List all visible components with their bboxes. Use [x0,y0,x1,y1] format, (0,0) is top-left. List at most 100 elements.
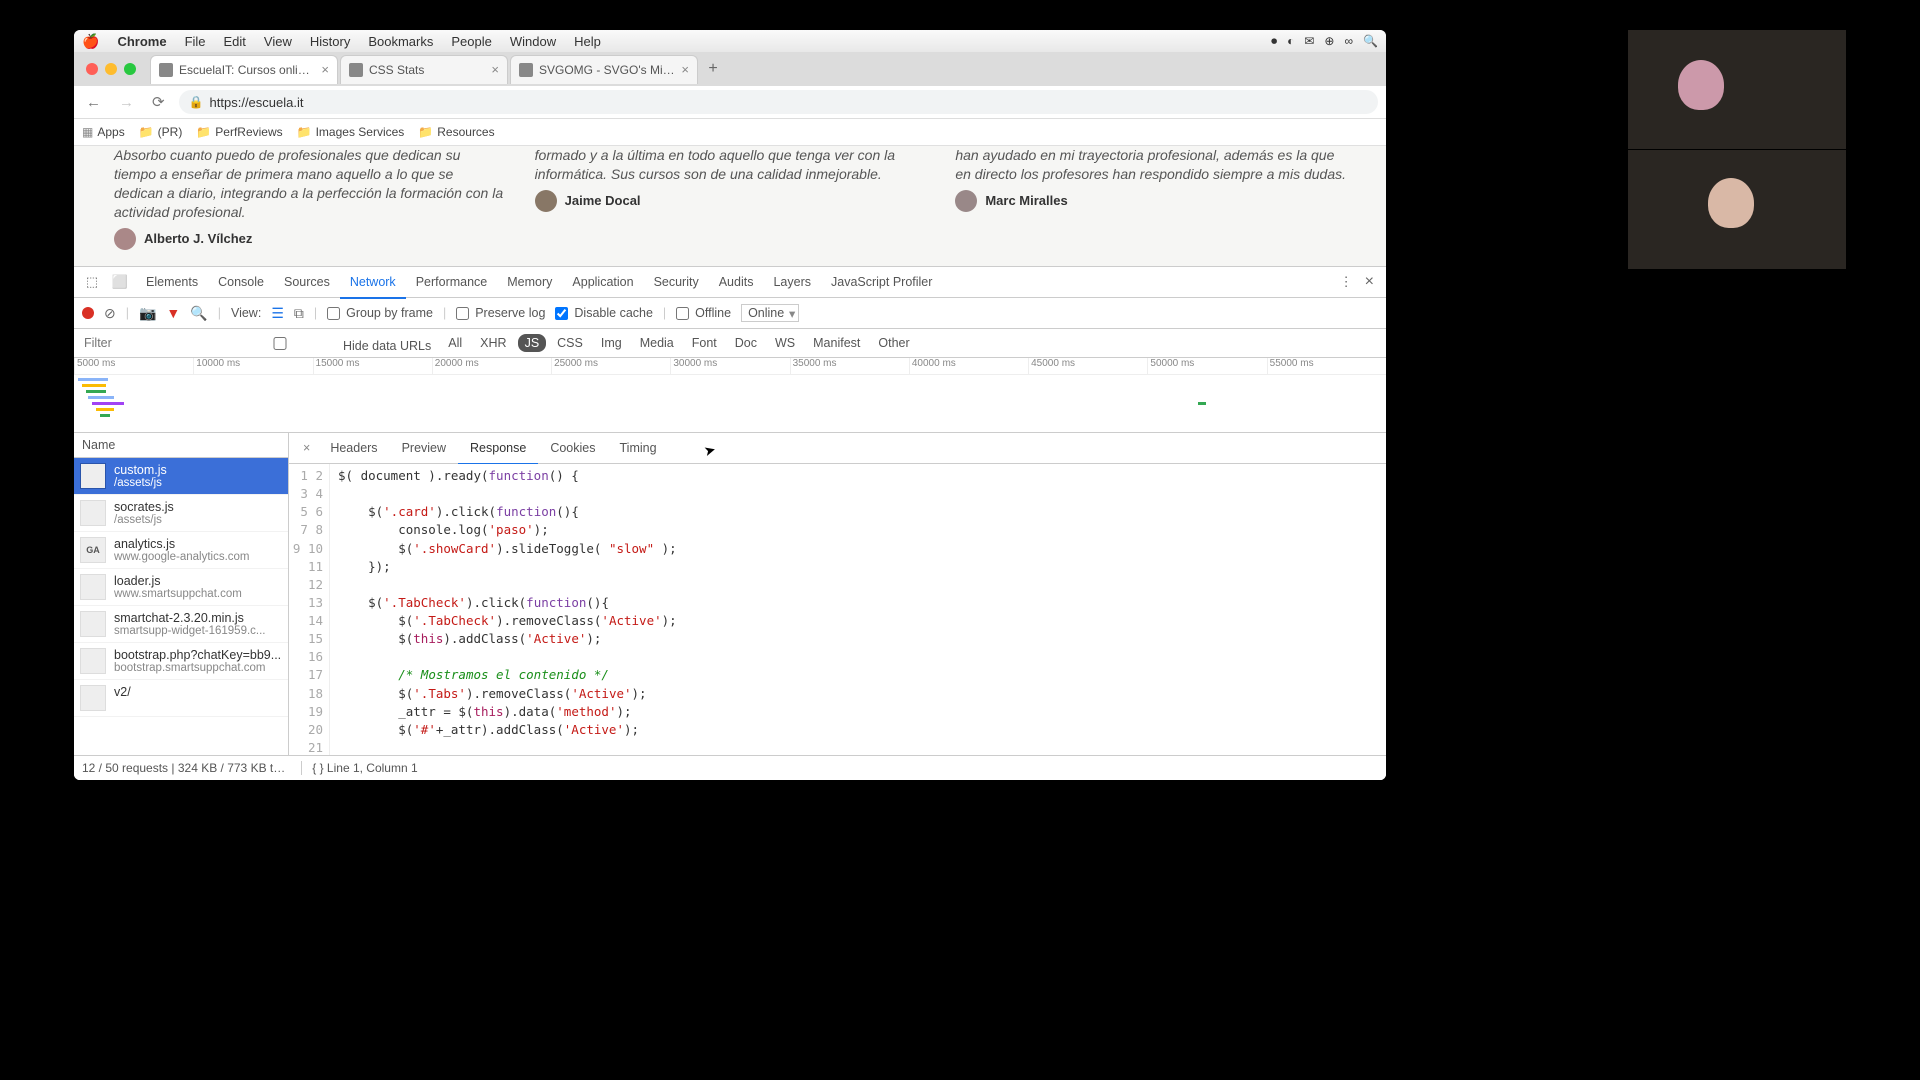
devtools-tab-memory[interactable]: Memory [497,267,562,297]
menubar-extra-icon[interactable]: ⏺ [1271,34,1277,49]
detail-tab-timing[interactable]: Timing [608,433,669,463]
record-button[interactable] [82,307,94,319]
filter-pill-font[interactable]: Font [685,334,724,352]
devtools-tab-elements[interactable]: Elements [136,267,208,297]
devtools-tab-sources[interactable]: Sources [274,267,340,297]
tab-close-icon[interactable]: × [321,62,329,77]
filter-pill-other[interactable]: Other [871,334,916,352]
window-maximize-button[interactable] [124,63,136,75]
request-row[interactable]: loader.jswww.smartsuppchat.com [74,569,288,606]
devtools-tab-network[interactable]: Network [340,267,406,299]
address-bar[interactable]: 🔒 https://escuela.it [179,90,1378,114]
app-name[interactable]: Chrome [117,34,166,49]
apple-menu-icon[interactable]: 🍎 [82,33,99,50]
request-name: custom.js [114,463,167,477]
spotlight-icon[interactable]: 🔍 [1363,34,1378,48]
devtools-tab-security[interactable]: Security [644,267,709,297]
browser-tab[interactable]: EscuelaIT: Cursos online de D× [150,55,338,84]
devtools-tab-javascript-profiler[interactable]: JavaScript Profiler [821,267,942,297]
detail-tab-preview[interactable]: Preview [390,433,458,463]
tab-close-icon[interactable]: × [491,62,499,77]
menu-file[interactable]: File [185,34,206,49]
menu-edit[interactable]: Edit [224,34,246,49]
menu-people[interactable]: People [451,34,491,49]
request-row[interactable]: v2/ [74,680,288,717]
response-body[interactable]: 1 2 3 4 5 6 7 8 9 10 11 12 13 14 15 16 1… [289,464,1386,755]
menubar-extra-icon[interactable]: ◐ [1287,34,1294,48]
apps-shortcut[interactable]: ▦Apps [82,125,125,139]
group-by-frame-checkbox[interactable]: Group by frame [327,306,433,320]
filter-pill-ws[interactable]: WS [768,334,802,352]
menu-bookmarks[interactable]: Bookmarks [368,34,433,49]
filter-pill-manifest[interactable]: Manifest [806,334,867,352]
filter-input[interactable] [82,335,206,351]
name-column-header[interactable]: Name [74,433,288,458]
new-tab-button[interactable]: + [700,56,726,82]
browser-tab[interactable]: CSS Stats× [340,55,508,84]
devtools-close-button[interactable]: × [1359,273,1380,291]
filter-pill-js[interactable]: JS [518,334,547,352]
request-row[interactable]: smartchat-2.3.20.min.jssmartsupp-widget-… [74,606,288,643]
back-button[interactable]: ← [82,94,105,111]
filter-pill-css[interactable]: CSS [550,334,590,352]
detail-tab-cookies[interactable]: Cookies [538,433,607,463]
large-rows-icon[interactable]: ☰ [271,305,284,322]
cursor-position: { } Line 1, Column 1 [301,761,417,775]
menu-history[interactable]: History [310,34,350,49]
clear-button[interactable]: ⊘ [104,305,116,322]
devtools-tab-console[interactable]: Console [208,267,274,297]
bookmark-folder[interactable]: 📁(PR) [139,125,183,139]
mac-screen: 🍎 Chrome File Edit View History Bookmark… [74,30,1386,780]
disable-cache-checkbox[interactable]: Disable cache [555,306,653,320]
forward-button[interactable]: → [115,94,138,111]
filter-pill-img[interactable]: Img [594,334,629,352]
devtools-menu-icon[interactable]: ⋮ [1334,274,1359,290]
close-detail-button[interactable]: × [295,441,318,455]
devtools-tab-performance[interactable]: Performance [406,267,498,297]
preserve-log-checkbox[interactable]: Preserve log [456,306,545,320]
devtools-tab-audits[interactable]: Audits [709,267,764,297]
request-row[interactable]: GAanalytics.jswww.google-analytics.com [74,532,288,569]
webcam-feed [1628,30,1846,150]
filter-pill-media[interactable]: Media [633,334,681,352]
testimonial-text: han ayudado en mi trayectoria profesiona… [955,146,1346,184]
reload-button[interactable]: ⟳ [148,93,169,111]
request-row[interactable]: bootstrap.php?chatKey=bb9...bootstrap.sm… [74,643,288,680]
window-minimize-button[interactable] [105,63,117,75]
capture-screenshot-icon[interactable]: 📷 [139,305,156,322]
filter-pill-xhr[interactable]: XHR [473,334,513,352]
filter-pill-all[interactable]: All [441,334,469,352]
waterfall-icon[interactable]: ⧉ [294,305,304,322]
offline-checkbox[interactable]: Offline [676,306,731,320]
request-row[interactable]: socrates.js/assets/js [74,495,288,532]
throttling-select[interactable]: Online [741,304,799,322]
menubar-extra-icon[interactable]: ⊕ [1324,34,1334,48]
request-row[interactable]: custom.js/assets/js [74,458,288,495]
devtools-tab-layers[interactable]: Layers [763,267,821,297]
window-close-button[interactable] [86,63,98,75]
browser-tab[interactable]: SVGOMG - SVGO's Missing G× [510,55,698,84]
detail-tab-headers[interactable]: Headers [318,433,389,463]
devtools-tab-application[interactable]: Application [562,267,643,297]
bookmark-folder[interactable]: 📁Images Services [297,125,405,139]
menu-view[interactable]: View [264,34,292,49]
network-timeline[interactable]: 5000 ms10000 ms15000 ms20000 ms25000 ms3… [74,358,1386,433]
network-toolbar: ⊘ | 📷 ▼ 🔍 | View: ☰ ⧉ | Group by frame |… [74,298,1386,329]
filter-icon[interactable]: ▼ [166,305,180,321]
menu-help[interactable]: Help [574,34,601,49]
webcam-overlay [1628,30,1846,270]
search-icon[interactable]: 🔍 [190,305,207,322]
menu-window[interactable]: Window [510,34,556,49]
request-name: smartchat-2.3.20.min.js [114,611,266,625]
menubar-extra-icon[interactable]: ✉ [1304,34,1314,48]
detail-tab-response[interactable]: Response [458,433,538,465]
tab-close-icon[interactable]: × [681,62,689,77]
bookmark-folder[interactable]: 📁Resources [418,125,494,139]
bookmark-folder[interactable]: 📁PerfReviews [196,125,282,139]
inspect-element-icon[interactable]: ⬚ [80,270,104,294]
filter-pill-doc[interactable]: Doc [728,334,764,352]
device-toolbar-icon[interactable]: ⬜ [108,270,132,294]
hide-data-urls-checkbox[interactable]: Hide data URLs [216,334,431,353]
file-icon [80,500,106,526]
menubar-extra-icon[interactable]: ∞ [1344,34,1353,48]
